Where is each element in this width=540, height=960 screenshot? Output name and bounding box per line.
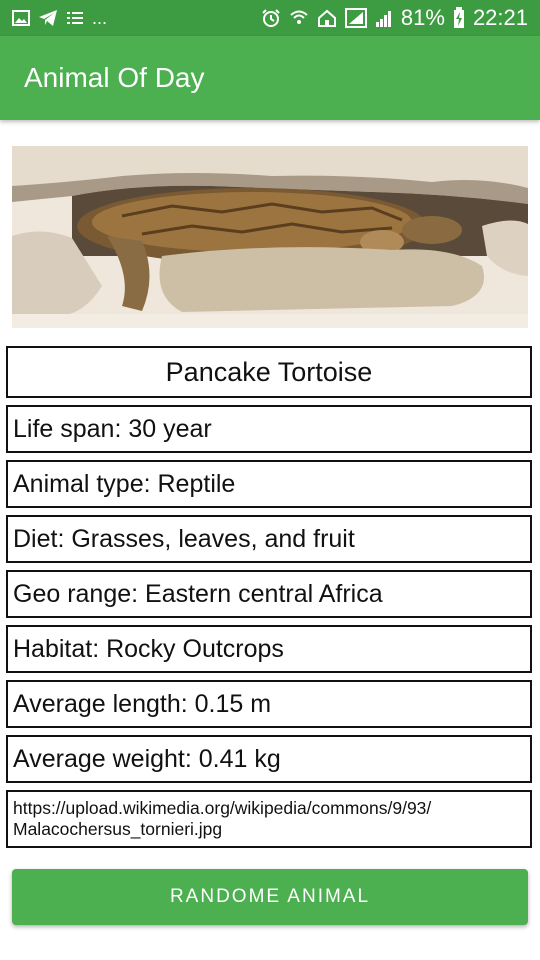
battery-charging-icon bbox=[453, 7, 465, 29]
clock: 22:21 bbox=[472, 5, 528, 30]
signal-icon bbox=[344, 8, 367, 28]
random-animal-button[interactable]: RANDOME ANIMAL bbox=[12, 869, 528, 925]
battery-percent: 81% bbox=[400, 5, 445, 30]
home-icon bbox=[317, 8, 337, 28]
list-icon bbox=[66, 10, 84, 26]
average-weight: Average weight: 0.41 kg bbox=[6, 735, 532, 783]
signal-icon bbox=[375, 8, 393, 28]
status-bar: ... 81% 22:21 bbox=[0, 0, 540, 36]
app-title: Animal Of Day bbox=[24, 62, 205, 93]
status-left: ... bbox=[12, 8, 107, 29]
image-icon bbox=[12, 10, 30, 26]
status-overflow: ... bbox=[92, 7, 108, 28]
telegram-icon bbox=[38, 9, 58, 27]
habitat: Habitat: Rocky Outcrops bbox=[6, 625, 532, 673]
image-url: https://upload.wikimedia.org/wikipedia/c… bbox=[6, 790, 532, 848]
wifi-icon bbox=[289, 8, 309, 28]
animal-type: Animal type: Reptile bbox=[6, 460, 532, 508]
status-right: 81% 22:21 bbox=[261, 5, 528, 31]
diet: Diet: Grasses, leaves, and fruit bbox=[6, 515, 532, 563]
alarm-icon bbox=[261, 8, 281, 28]
image-url-line-1: https://upload.wikimedia.org/wikipedia/c… bbox=[13, 798, 432, 818]
app-bar: Animal Of Day bbox=[0, 36, 540, 120]
average-length: Average length: 0.15 m bbox=[6, 680, 532, 728]
life-span: Life span: 30 year bbox=[6, 405, 532, 453]
animal-name: Pancake Tortoise bbox=[6, 346, 532, 398]
animal-photo bbox=[12, 146, 528, 328]
geo-range: Geo range: Eastern central Africa bbox=[6, 570, 532, 618]
image-url-line-2: Malacochersus_tornieri.jpg bbox=[13, 819, 223, 839]
